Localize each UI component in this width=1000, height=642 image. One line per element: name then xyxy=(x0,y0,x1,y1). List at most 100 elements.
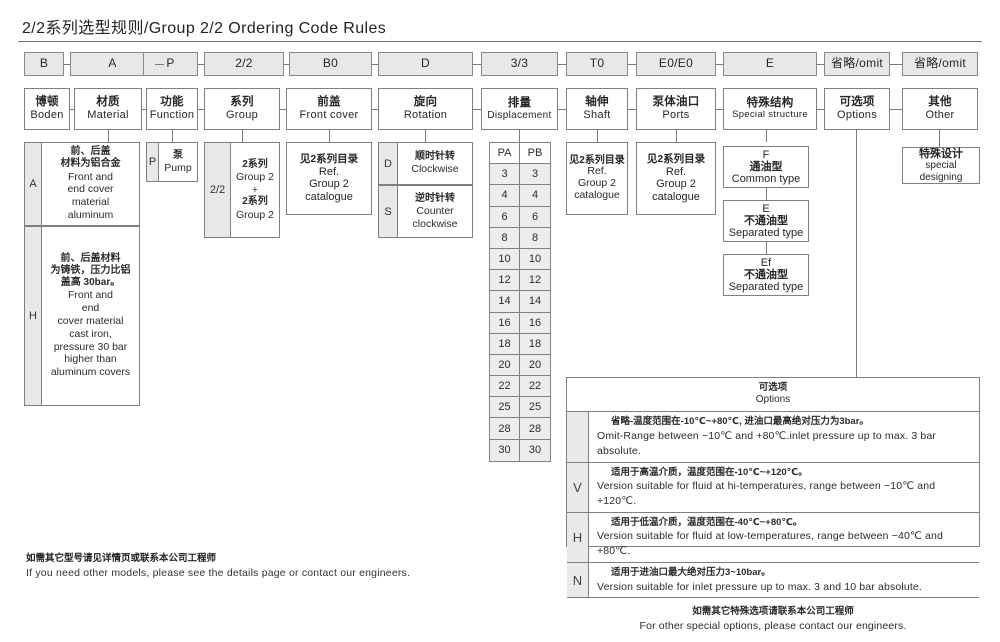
rotation-option-d-desc: 顺时针转 Clockwise xyxy=(411,151,459,176)
table-row: 44 xyxy=(490,185,550,207)
displacement-pa: 20 xyxy=(490,354,520,377)
field-connector xyxy=(280,109,287,110)
displacement-pa: 30 xyxy=(490,439,520,461)
option-code-v: V xyxy=(567,462,589,512)
page-title: 2/2系列选型规则/Group 2/2 Ordering Code Rules xyxy=(22,20,387,37)
table-row: 14 14 xyxy=(490,291,550,313)
code-cell-boden: B xyxy=(24,52,64,76)
table-row: 25 25 xyxy=(490,397,550,419)
code-cell-displacement: 3/3 xyxy=(481,52,558,76)
displacement-pb: 28 xyxy=(520,418,550,440)
table-row: 10 10 xyxy=(490,248,550,271)
displacement-pa: 18 xyxy=(490,333,520,355)
field-label-cn: 其他 xyxy=(928,96,952,109)
code-connector xyxy=(372,64,379,65)
field-label-cn: 前盖 xyxy=(317,96,341,109)
field-label-en: Front cover xyxy=(299,109,359,122)
field-connector xyxy=(890,109,903,110)
displacement-pb: 8 xyxy=(520,227,550,249)
field-connector xyxy=(70,109,75,110)
code-text: B0 xyxy=(322,56,339,71)
field-label-cn: 系列 xyxy=(230,96,254,109)
code-cell-function: P xyxy=(143,52,198,76)
option-desc: 适用于高温介质，温度范围在-10℃~+120℃。 Version suitabl… xyxy=(597,466,936,507)
displacement-pa: 4 xyxy=(490,185,520,207)
table-row: N 适用于进油口最大绝对压力3~10bar。 Version suitable … xyxy=(567,562,979,599)
displacement-pb: 3 xyxy=(520,164,550,186)
code-text: T0 xyxy=(589,56,605,71)
table-row: 18 18 xyxy=(490,333,550,355)
special-connector xyxy=(766,188,767,200)
displacement-pb: 14 xyxy=(520,291,550,313)
field-label-cn: 排量 xyxy=(507,96,532,109)
code-connector xyxy=(817,64,825,65)
drop-line-other xyxy=(939,130,940,147)
field-connector xyxy=(558,109,567,110)
displacement-header-row: PA PB xyxy=(490,143,550,165)
field-label-en: Displacement xyxy=(487,109,552,121)
field-other: 其他 Other xyxy=(902,88,978,130)
code-text: E0/E0 xyxy=(658,56,694,71)
options-table-header: 可选项 Options xyxy=(567,378,979,413)
material-option-a-code: A xyxy=(25,143,42,225)
table-row: H 适用于低温介质，温度范围在-40℃~+80℃。 Version suitab… xyxy=(567,512,979,563)
displacement-pa: 25 xyxy=(490,397,520,419)
drop-line-function xyxy=(172,130,173,142)
field-label-en: Boden xyxy=(30,109,64,122)
displacement-pb: 4 xyxy=(520,185,550,207)
table-row: 33 xyxy=(490,164,550,186)
table-row: 16 16 xyxy=(490,312,550,334)
field-connector xyxy=(817,109,825,110)
table-row: 28 28 xyxy=(490,418,550,440)
function-option-pump: P 泵 Pump xyxy=(146,142,198,182)
options-header-cn: 可选项 xyxy=(758,382,788,393)
code-connector xyxy=(473,64,482,65)
field-label-cn: 轴伸 xyxy=(585,96,609,109)
displacement-pa: 22 xyxy=(490,376,520,398)
field-material: 材质 Material xyxy=(74,88,142,130)
material-option-a-desc: 前、后盖 材料为铝合金 Front and end cover material… xyxy=(60,146,121,221)
rotation-option-d-code: D xyxy=(379,143,398,184)
displacement-table: PA PB 33 44 66 88 10 10 12 12 14 14 16 16 18… xyxy=(489,142,551,462)
field-label-en: Group xyxy=(225,109,259,122)
code-connector xyxy=(890,64,903,65)
field-front-cover: 前盖 Front cover xyxy=(286,88,372,130)
special-structure-e-code: E xyxy=(762,202,770,215)
field-options: 可选项 Options xyxy=(824,88,890,130)
field-function: 功能 Function xyxy=(146,88,198,130)
drop-line-material xyxy=(108,130,109,142)
material-option-h-code: H xyxy=(25,227,42,405)
table-row: 12 12 xyxy=(490,270,550,292)
table-row: 省略-温度范围在-10℃~+80℃, 进油口最高绝对压力为3bar。 Omit-… xyxy=(567,412,979,463)
field-label-en: Shaft xyxy=(583,109,611,122)
option-code-h: H xyxy=(567,512,589,562)
field-displacement: 排量 Displacement xyxy=(481,88,558,130)
rotation-option-counterclockwise: S 逆时针转 Counter clockwise xyxy=(378,185,473,238)
displacement-pa: 14 xyxy=(490,291,520,313)
code-cell-other: 省略/omit xyxy=(902,52,978,76)
special-connector xyxy=(766,242,767,254)
field-label-cn: 博顿 xyxy=(35,96,59,109)
code-connector xyxy=(558,64,567,65)
footer-note-en: If you need other models, please see the… xyxy=(26,567,411,580)
displacement-pa: 12 xyxy=(490,270,520,292)
option-desc: 省略-温度范围在-10℃~+80℃, 进油口最高绝对压力为3bar。 Omit-… xyxy=(597,416,937,457)
displacement-pb: 20 xyxy=(520,354,550,377)
code-cell-shaft: T0 xyxy=(566,52,628,76)
group-option-code: 2/2 xyxy=(205,143,231,237)
title-underline xyxy=(18,41,982,42)
field-connector xyxy=(473,109,482,110)
field-rotation: 旋向 Rotation xyxy=(378,88,473,130)
code-cell-options: 省略/omit xyxy=(824,52,890,76)
displacement-pb: 16 xyxy=(520,312,550,334)
code-text: 省略/omit xyxy=(830,56,884,71)
field-connector xyxy=(142,109,147,110)
material-option-h: H 前、后盖材料 为铸铁，压力比铝 盖高 30bar。 Front and en… xyxy=(24,226,140,406)
field-label-cn: 材质 xyxy=(96,96,120,109)
function-option-code: P xyxy=(147,143,159,181)
options-table-footer: 如需其它特殊选项请联系本公司工程师 For other special opti… xyxy=(639,606,907,633)
displacement-pa: 3 xyxy=(490,164,520,186)
drop-line-rotation xyxy=(425,130,426,142)
displacement-pa: 8 xyxy=(490,227,520,249)
field-ports: 泵体油口 Ports xyxy=(636,88,716,130)
